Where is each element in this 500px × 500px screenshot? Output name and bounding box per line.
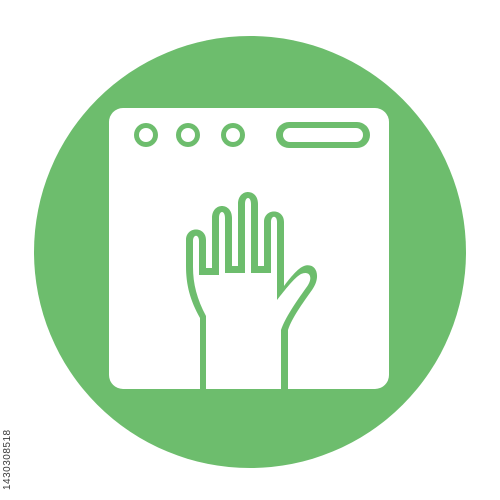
browser-hand-icon [34, 36, 466, 468]
icon-canvas: 1430308518 [0, 0, 500, 500]
stock-id-label: 1430308518 [2, 429, 13, 490]
